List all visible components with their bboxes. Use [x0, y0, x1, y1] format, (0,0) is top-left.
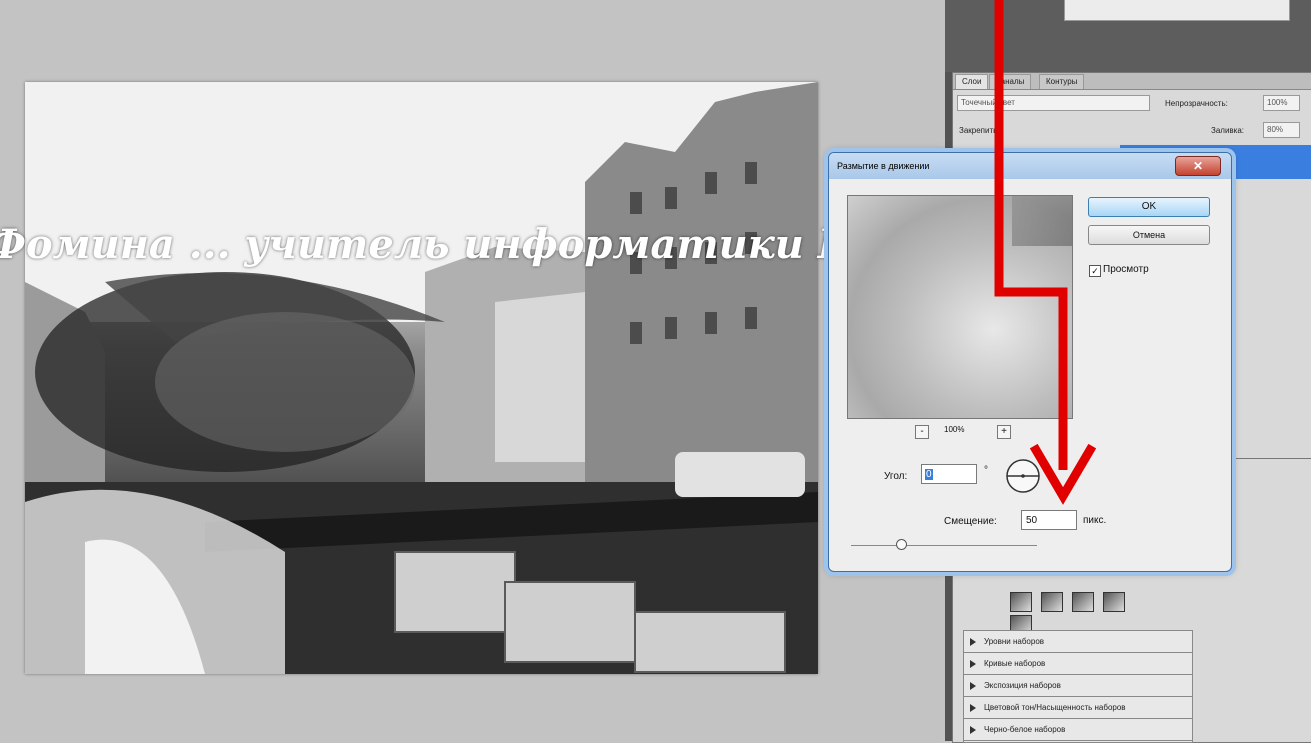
- curves-adjustment-icon[interactable]: [1041, 592, 1064, 612]
- preview-label: Просмотр: [1103, 264, 1149, 275]
- preset-black-white[interactable]: Черно-белое наборов: [964, 719, 1192, 741]
- adjustment-presets-list: Уровни наборов Кривые наборов Экспозиция…: [963, 630, 1193, 743]
- preview-checkbox[interactable]: ✓: [1089, 265, 1101, 277]
- close-button[interactable]: ✕: [1175, 156, 1221, 176]
- dialog-title: Размытие в движении: [837, 161, 930, 171]
- gradient-map-adjustment-icon[interactable]: [1103, 592, 1126, 612]
- angle-dial-icon[interactable]: [1005, 458, 1041, 494]
- exposure-adjustment-icon[interactable]: [1072, 592, 1095, 612]
- motion-blur-dialog: Размытие в движении ✕ - 100% + OK Отмена…: [828, 152, 1232, 572]
- document-image[interactable]: [25, 82, 818, 674]
- offset-label: Смещение:: [944, 516, 997, 527]
- ok-button[interactable]: OK: [1088, 197, 1210, 217]
- levels-adjustment-icon[interactable]: [1010, 592, 1032, 612]
- lock-label: Закрепить:: [959, 126, 1000, 135]
- offset-input[interactable]: 50: [1021, 510, 1077, 530]
- preset-curves[interactable]: Кривые наборов: [964, 653, 1192, 675]
- cancel-button[interactable]: Отмена: [1088, 225, 1210, 245]
- offset-unit: пикс.: [1083, 515, 1107, 526]
- blend-mode-select[interactable]: Точечный свет: [957, 95, 1150, 111]
- tab-paths[interactable]: Контуры: [1039, 74, 1085, 89]
- opacity-input[interactable]: 100%: [1263, 95, 1300, 111]
- preset-levels[interactable]: Уровни наборов: [964, 631, 1192, 653]
- angle-label: Угол:: [884, 471, 908, 482]
- fill-input[interactable]: 80%: [1263, 122, 1300, 138]
- opacity-label: Непрозрачность:: [1165, 99, 1228, 108]
- dialog-titlebar[interactable]: Размытие в движении ✕: [829, 153, 1231, 179]
- zoom-out-button[interactable]: -: [915, 425, 929, 439]
- filter-preview[interactable]: [847, 195, 1073, 419]
- layers-panel-tabs: Слои Каналы Контуры: [953, 73, 1311, 90]
- preset-exposure[interactable]: Экспозиция наборов: [964, 675, 1192, 697]
- offset-slider-track[interactable]: [851, 545, 1037, 546]
- angle-value: 0: [925, 469, 933, 480]
- fill-label: Заливка:: [1211, 126, 1245, 135]
- preset-hue-saturation[interactable]: Цветовой тон/Насыщенность наборов: [964, 697, 1192, 719]
- tab-layers[interactable]: Слои: [955, 74, 989, 89]
- tab-channels[interactable]: Каналы: [989, 74, 1032, 89]
- angle-input[interactable]: 0: [921, 464, 977, 484]
- degree-sign: °: [984, 465, 988, 476]
- top-panel-field[interactable]: [1064, 0, 1290, 21]
- adjustment-icons-row: [1010, 592, 1160, 635]
- offset-slider-thumb[interactable]: [896, 539, 908, 550]
- zoom-in-button[interactable]: +: [997, 425, 1011, 439]
- zoom-level: 100%: [944, 425, 965, 434]
- photo-illustration: [25, 82, 818, 674]
